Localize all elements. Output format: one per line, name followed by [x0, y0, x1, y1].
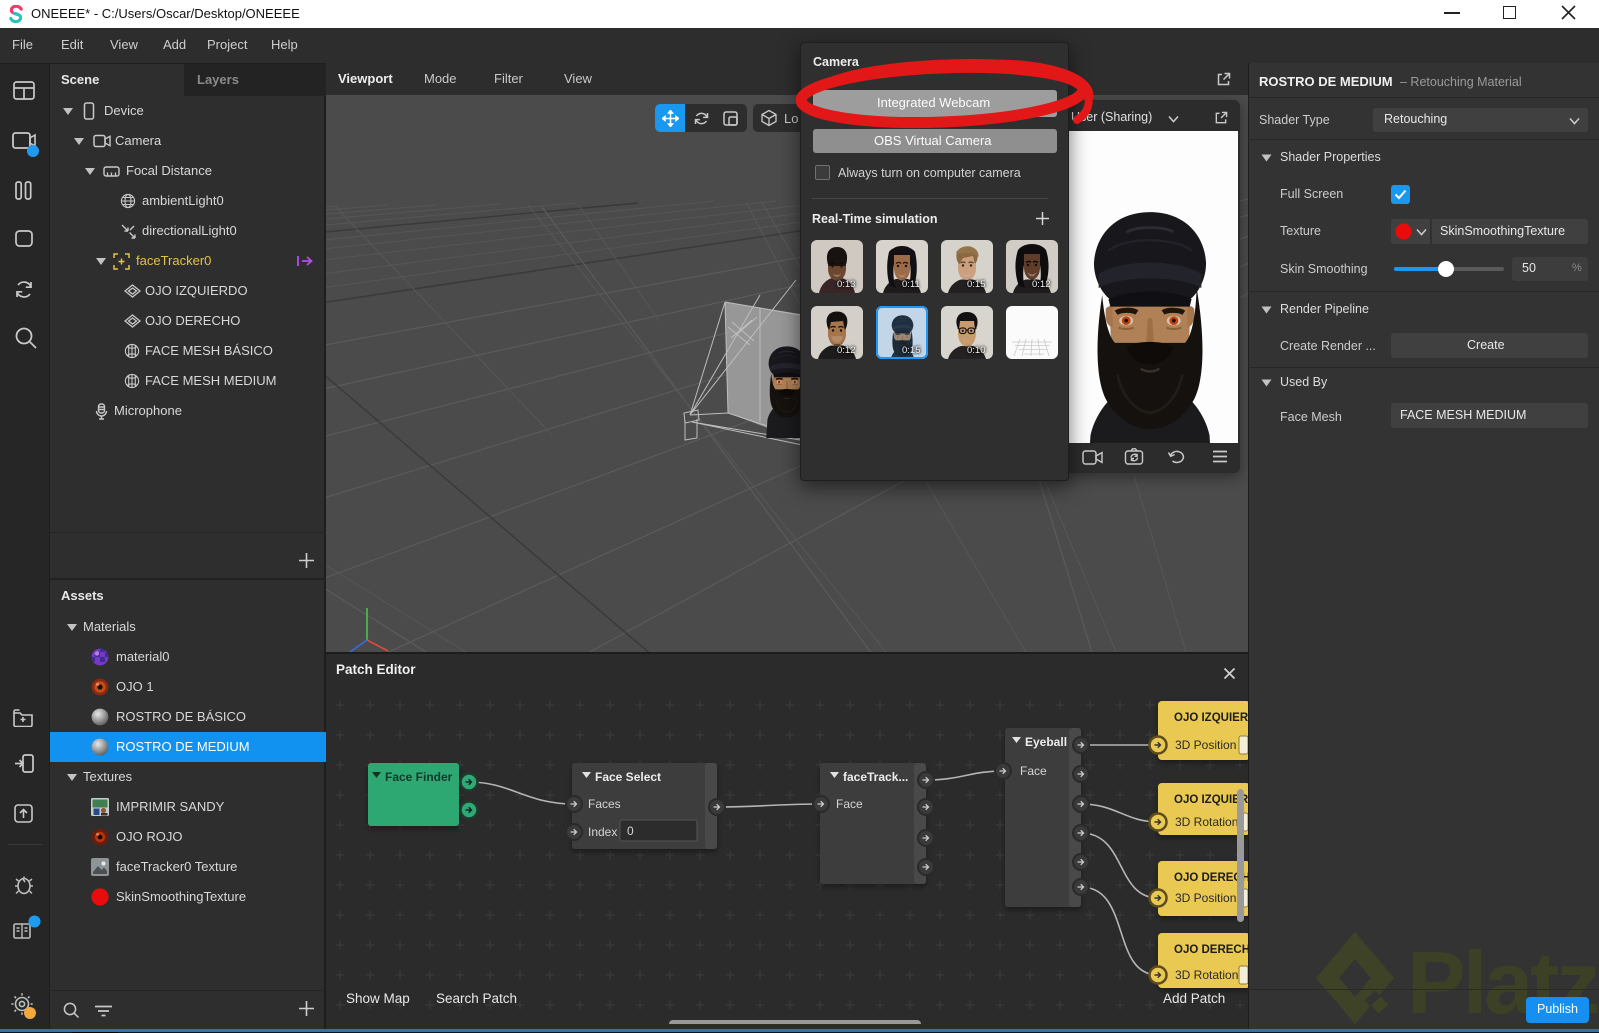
svg-text:OJO DERECH: OJO DERECH: [1174, 872, 1248, 884]
svg-text:Face Select: Face Select: [595, 770, 661, 784]
svg-text:Face: Face: [836, 797, 863, 811]
svg-text:OJO IZQUIERD: OJO IZQUIERD: [1174, 712, 1248, 724]
svg-text:OJO DERECHO: OJO DERECHO: [1174, 944, 1248, 956]
svg-text:3D Position: 3D Position: [1175, 738, 1236, 752]
svg-text:0: 0: [627, 824, 634, 838]
svg-text:OJO IZQUIER: OJO IZQUIER: [1174, 794, 1248, 806]
svg-text:Face: Face: [1020, 764, 1047, 778]
svg-text:3D Rotation: 3D Rotation: [1175, 815, 1238, 829]
svg-text:faceTrack...: faceTrack...: [843, 770, 908, 784]
svg-text:Index: Index: [588, 825, 617, 839]
svg-text:3D Rotation: 3D Rotation: [1175, 968, 1238, 982]
svg-text:Faces: Faces: [588, 797, 621, 811]
svg-text:3D Position: 3D Position: [1175, 891, 1236, 905]
svg-text:Eyeball: Eyeball: [1025, 735, 1067, 749]
svg-text:Face Finder: Face Finder: [385, 770, 453, 784]
